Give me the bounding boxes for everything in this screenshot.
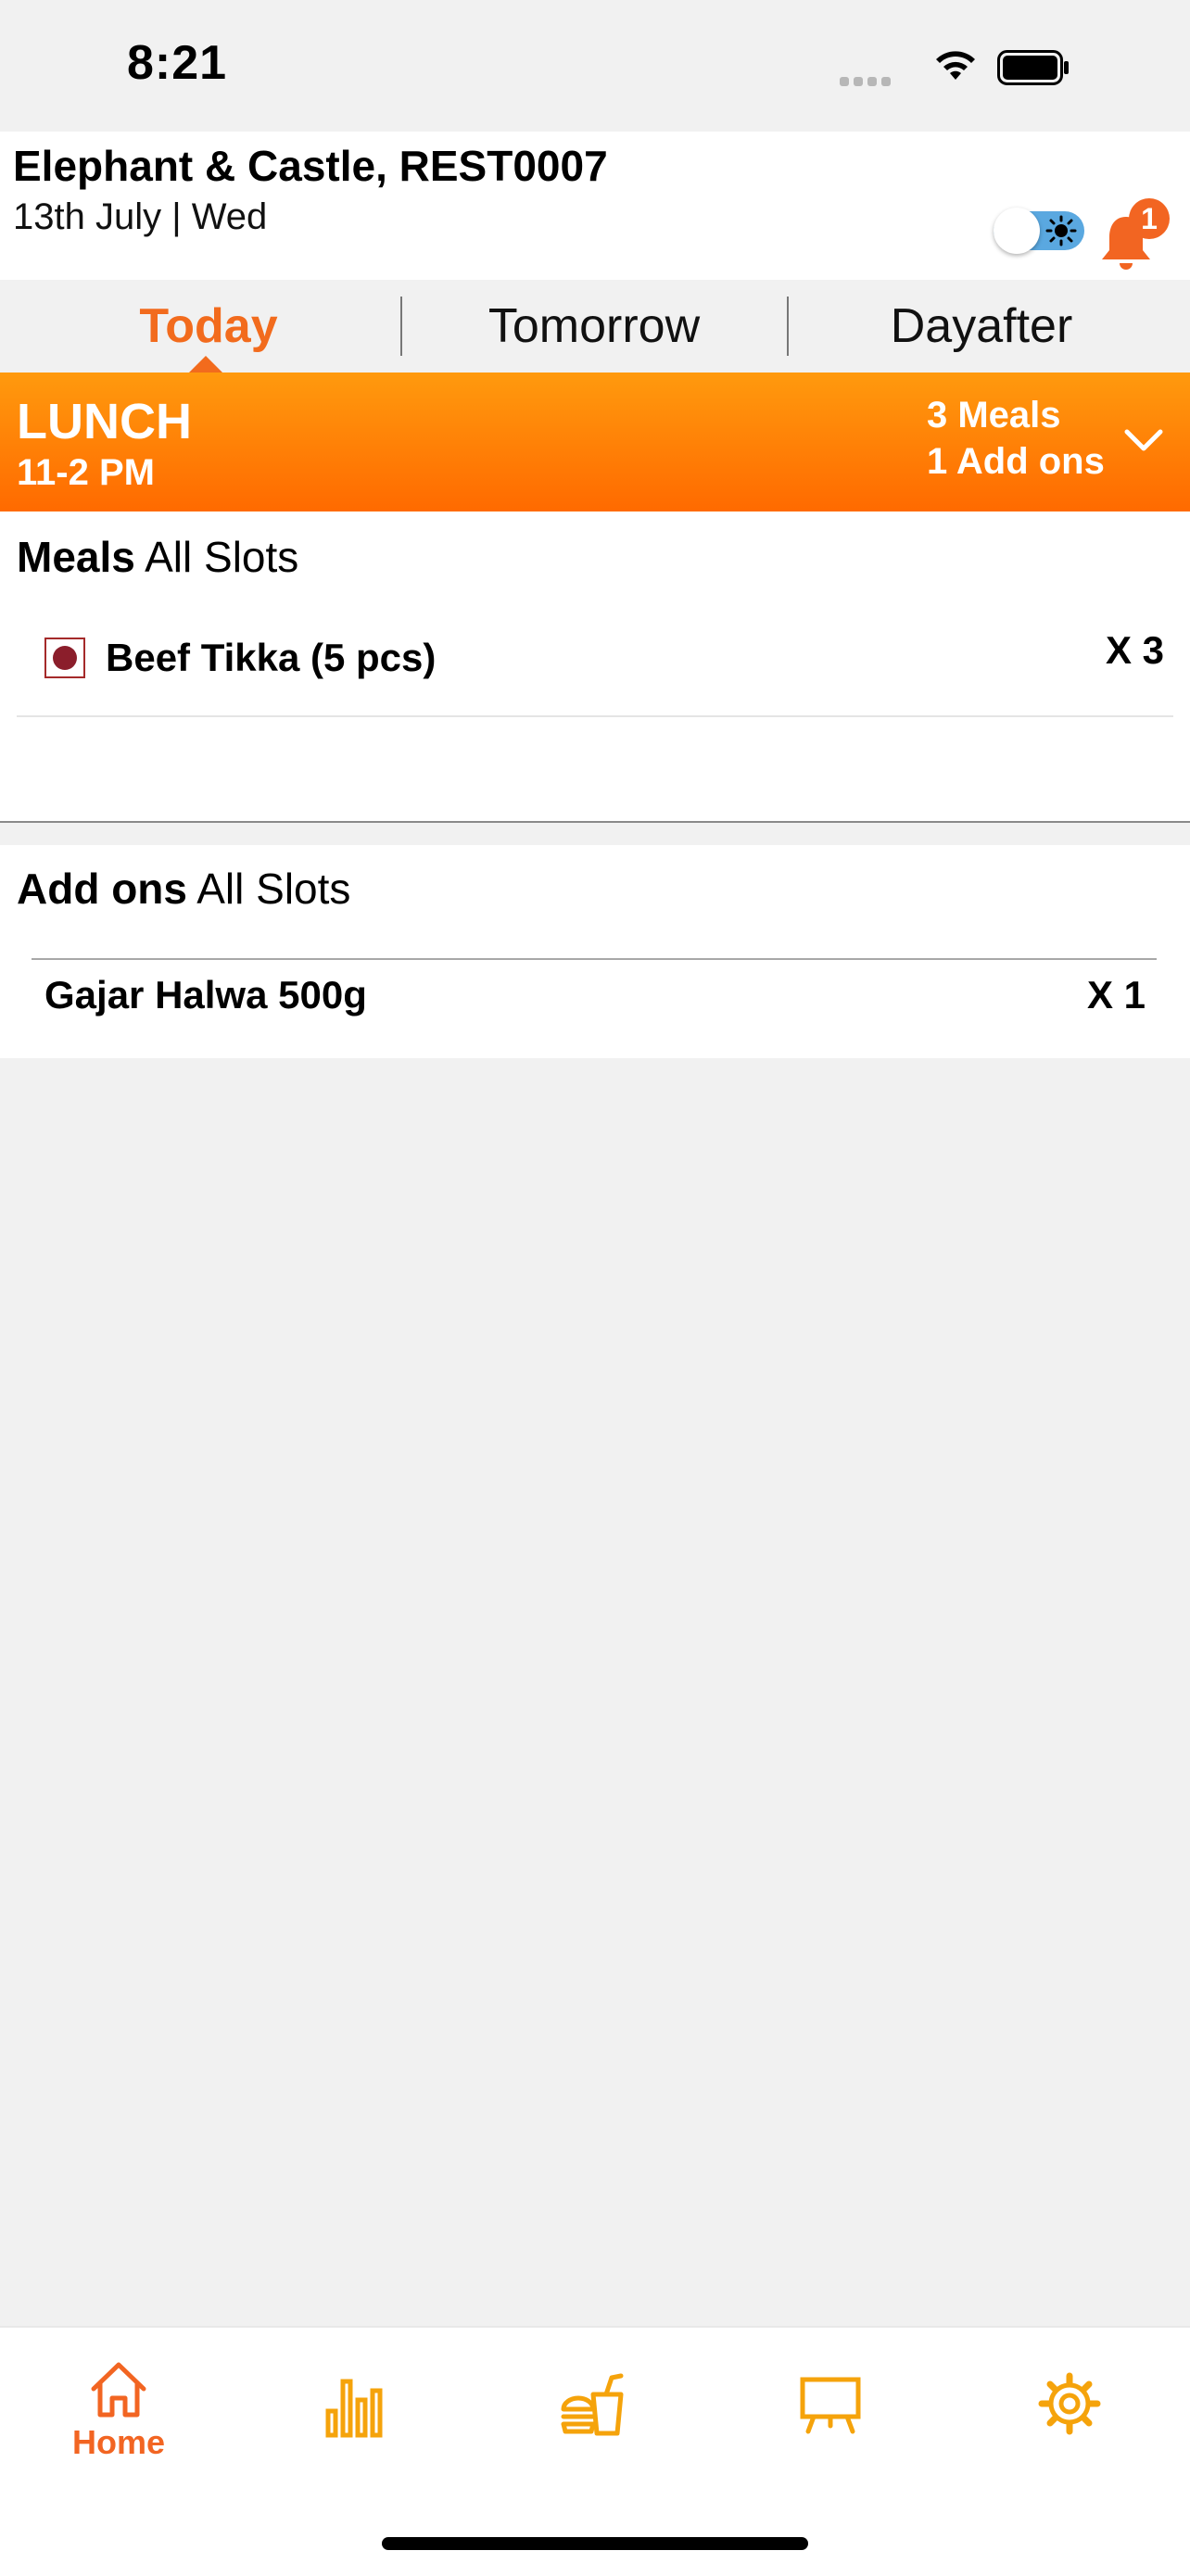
addon-item-name: Gajar Halwa 500g — [44, 973, 367, 1017]
status-time: 8:21 — [127, 36, 228, 90]
nav-home[interactable]: Home — [35, 2359, 202, 2462]
status-bar: 8:21 — [0, 0, 1190, 132]
store-name: Elephant & Castle, REST0007 — [13, 142, 608, 190]
meal-slot-title: LUNCH — [17, 394, 192, 449]
nav-display[interactable] — [747, 2374, 914, 2440]
section-title-bold: Meals — [17, 533, 135, 581]
bar-chart-icon — [325, 2379, 383, 2438]
nav-settings[interactable] — [986, 2372, 1153, 2440]
addons-section: Add ons All Slots Gajar Halwa 500g X 1 — [0, 845, 1190, 1058]
burger-drink-icon — [561, 2373, 624, 2436]
addon-item-qty: X 1 — [1086, 973, 1146, 1017]
chevron-down-icon[interactable] — [1121, 426, 1166, 454]
theme-toggle[interactable] — [994, 208, 1084, 254]
meal-item-name: Beef Tikka (5 pcs) — [106, 636, 437, 679]
status-icons — [840, 46, 1118, 89]
nav-menu[interactable] — [510, 2372, 677, 2443]
sun-icon — [1045, 215, 1077, 246]
battery-icon — [997, 50, 1069, 85]
home-indicator[interactable] — [382, 2537, 808, 2550]
nav-reports[interactable] — [271, 2374, 437, 2443]
gear-icon — [1038, 2372, 1101, 2435]
wifi-icon — [936, 51, 975, 80]
list-item: Gajar Halwa 500g X 1 — [32, 958, 1157, 1049]
addons-section-title: Add ons All Slots — [17, 864, 350, 914]
active-tab-indicator — [189, 356, 222, 373]
meal-slot-banner[interactable]: LUNCH 11-2 PM 3 Meals 1 Add ons — [0, 373, 1190, 511]
home-icon — [91, 2362, 146, 2418]
meal-item-qty: X 3 — [1105, 628, 1164, 672]
tab-dayafter[interactable]: Dayafter — [789, 280, 1174, 373]
day-tabs: Today Tomorrow Dayafter — [0, 280, 1190, 373]
addons-summary: 1 Add ons — [927, 441, 1105, 482]
app-header: Elephant & Castle, REST0007 13th July | … — [0, 132, 1190, 280]
non-veg-icon — [44, 638, 85, 678]
list-item: Beef Tikka (5 pcs) X 3 — [17, 623, 1173, 717]
cellular-signal-icon — [840, 74, 895, 91]
easel-icon — [800, 2377, 861, 2434]
tab-tomorrow[interactable]: Tomorrow — [401, 280, 787, 373]
meals-section: Meals All Slots Beef Tikka (5 pcs) X 3 — [0, 511, 1190, 823]
section-title-slots: All Slots — [145, 533, 299, 581]
meals-summary: 3 Meals — [927, 395, 1061, 436]
meal-slot-time: 11-2 PM — [17, 452, 155, 493]
section-title-bold: Add ons — [17, 865, 187, 913]
nav-home-label: Home — [71, 2423, 166, 2461]
current-date: 13th July | Wed — [13, 196, 268, 237]
notifications-button[interactable]: 1 — [1097, 198, 1171, 272]
notification-badge: 1 — [1129, 198, 1170, 239]
section-title-slots: All Slots — [196, 865, 351, 913]
meals-section-title: Meals All Slots — [17, 532, 298, 582]
toggle-knob — [994, 208, 1040, 254]
